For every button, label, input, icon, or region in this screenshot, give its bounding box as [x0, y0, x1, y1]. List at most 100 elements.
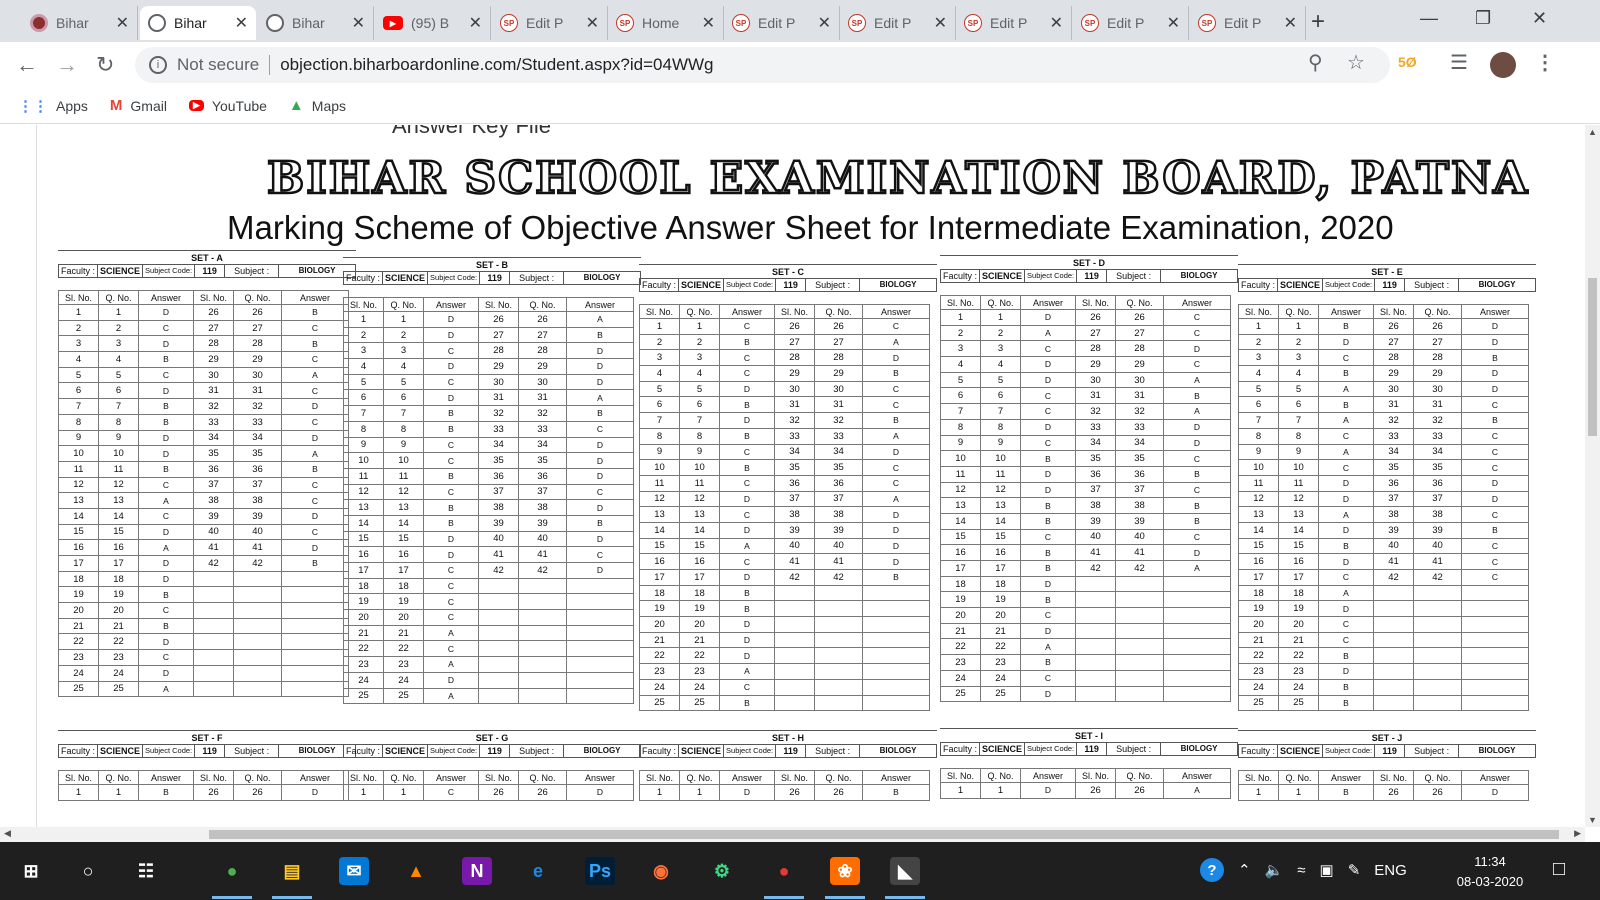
cortana-icon[interactable]: ○: [73, 857, 103, 885]
answer-cell: A: [719, 663, 775, 680]
close-tab-icon[interactable]: ✕: [352, 13, 365, 33]
vlc-icon[interactable]: ▲: [401, 857, 431, 885]
info-icon[interactable]: i: [149, 56, 167, 74]
pen-icon[interactable]: ✎: [1348, 861, 1361, 879]
scroll-up-arrow[interactable]: ▲: [1588, 127, 1597, 137]
tab[interactable]: SP Edit P ✕: [724, 6, 840, 40]
tab[interactable]: SP Edit P ✕: [956, 6, 1072, 40]
new-tab-button[interactable]: +: [1311, 8, 1325, 36]
bookmark-maps[interactable]: ▲ Maps: [289, 97, 346, 114]
firefox-icon[interactable]: ◉: [646, 857, 676, 885]
tab[interactable]: Bihar ✕: [140, 6, 256, 40]
table-row: 14 14 B 39 39 B: [343, 514, 634, 532]
close-tab-icon[interactable]: ✕: [1284, 13, 1297, 33]
close-tab-icon[interactable]: ✕: [702, 13, 715, 33]
table-row: 13 13 A 38 38 C: [58, 492, 349, 509]
tab[interactable]: SP Edit P ✕: [492, 6, 608, 40]
show-hidden-icons-icon[interactable]: ⌃: [1238, 861, 1251, 879]
tab[interactable]: SP Edit P ✕: [1190, 6, 1306, 40]
close-tab-icon[interactable]: ✕: [1050, 13, 1063, 33]
address-bar[interactable]: i Not secure objection.biharboardonline.…: [135, 47, 1390, 83]
table-row: 9 9 C 34 34 D: [343, 436, 634, 454]
close-tab-icon[interactable]: ✕: [586, 13, 599, 33]
back-button[interactable]: ←: [16, 52, 38, 78]
onenote-icon[interactable]: N: [462, 857, 492, 885]
android-studio-icon[interactable]: ⚙: [707, 857, 737, 885]
zoom-icon[interactable]: ⚲: [1308, 50, 1323, 75]
tab[interactable]: SP Edit P ✕: [840, 6, 956, 40]
number-cell: 25: [1238, 694, 1279, 712]
scroll-right-arrow[interactable]: ▶: [1574, 828, 1581, 839]
scroll-down-arrow[interactable]: ▼: [1588, 815, 1597, 825]
start-icon[interactable]: ⊞: [16, 857, 46, 885]
close-tab-icon[interactable]: ✕: [818, 13, 831, 33]
photos-icon[interactable]: ◣: [890, 857, 920, 885]
mail-icon[interactable]: ✉: [339, 857, 369, 885]
minimize-button[interactable]: —: [1420, 8, 1438, 29]
extension-icon[interactable]: 5Ø: [1398, 54, 1417, 70]
close-window-button[interactable]: ✕: [1532, 8, 1547, 29]
forward-button[interactable]: →: [56, 52, 78, 78]
uc-browser-icon[interactable]: ❀: [830, 857, 860, 885]
clock[interactable]: 11:34 08-03-2020: [1450, 852, 1530, 892]
photoshop-icon[interactable]: Ps: [585, 857, 615, 885]
number-cell: 34: [233, 429, 282, 447]
table-row: 25 25 A: [58, 680, 349, 698]
language-indicator[interactable]: ENG: [1374, 862, 1407, 879]
scroll-left-arrow[interactable]: ◀: [4, 828, 11, 839]
number-cell: 17: [98, 555, 139, 572]
tab[interactable]: SP Home ✕: [608, 6, 724, 40]
file-explorer-icon[interactable]: ▤: [277, 857, 307, 885]
help-icon[interactable]: ?: [1200, 858, 1224, 882]
tab[interactable]: ▶ (95) B ✕: [375, 6, 491, 40]
number-cell: 9: [343, 436, 384, 454]
url-text[interactable]: objection.biharboardonline.com/Student.a…: [280, 55, 713, 75]
close-tab-icon[interactable]: ✕: [235, 13, 248, 33]
vertical-scrollbar[interactable]: ▲ ▼: [1585, 125, 1600, 827]
bookmark-star-icon[interactable]: ☆: [1347, 50, 1365, 75]
answer-table: Sl. No. Q. No. Answer Sl. No. Q. No. Answer 1 1…: [1238, 304, 1529, 712]
tab[interactable]: SP Edit P ✕: [1073, 6, 1189, 40]
notification-center-icon[interactable]: □: [1553, 858, 1565, 881]
scrollbar-thumb[interactable]: [1588, 278, 1597, 436]
running-indicator: [212, 896, 252, 899]
chrome-icon[interactable]: ●: [217, 857, 247, 885]
media-control-icon[interactable]: ☰: [1450, 50, 1468, 75]
restore-button[interactable]: ❐: [1475, 8, 1491, 29]
horizontal-scrollbar[interactable]: ◀ ▶: [0, 827, 1585, 842]
wifi-icon[interactable]: ≈: [1297, 862, 1305, 879]
chrome-profile-icon[interactable]: ●: [769, 857, 799, 885]
task-view-icon[interactable]: ☷: [131, 857, 161, 885]
answer-cell: [566, 687, 634, 705]
column-header: Sl. No.: [1075, 768, 1116, 783]
table-row: 10 10 D 35 35 A: [58, 445, 349, 462]
close-tab-icon[interactable]: ✕: [116, 13, 129, 33]
edge-icon[interactable]: e: [523, 857, 553, 885]
bookmark-gmail[interactable]: M Gmail: [110, 97, 167, 114]
bookmark-apps[interactable]: ⋮⋮ Apps: [18, 97, 88, 115]
tab[interactable]: Bihar ✕: [258, 6, 374, 40]
horizontal-scrollbar-thumb[interactable]: [209, 830, 1559, 839]
meta-subject-value: BIOLOGY: [1478, 746, 1516, 755]
number-cell: [1373, 631, 1414, 649]
battery-icon[interactable]: ▣: [1320, 861, 1334, 879]
profile-avatar[interactable]: [1490, 52, 1516, 78]
number-cell: 6: [980, 387, 1021, 405]
answer-cell: C: [566, 546, 634, 563]
bookmark-youtube[interactable]: ▶ YouTube: [188, 98, 267, 114]
reload-button[interactable]: ↻: [96, 52, 114, 78]
number-cell: 30: [233, 366, 282, 384]
sp-icon: SP: [500, 14, 518, 32]
close-tab-icon[interactable]: ✕: [469, 13, 482, 33]
volume-icon[interactable]: 🔈: [1265, 861, 1284, 879]
close-tab-icon[interactable]: ✕: [1167, 13, 1180, 33]
column-header: Answer: [566, 770, 634, 785]
number-cell: 16: [639, 553, 680, 570]
answer-cell: D: [566, 499, 634, 516]
number-cell: 26: [193, 304, 234, 321]
menu-icon[interactable]: ⋮: [1535, 50, 1555, 75]
close-tab-icon[interactable]: ✕: [934, 13, 947, 33]
tab[interactable]: Bihar ✕: [22, 6, 138, 40]
meta-faculty: Faculty :: [941, 743, 981, 755]
